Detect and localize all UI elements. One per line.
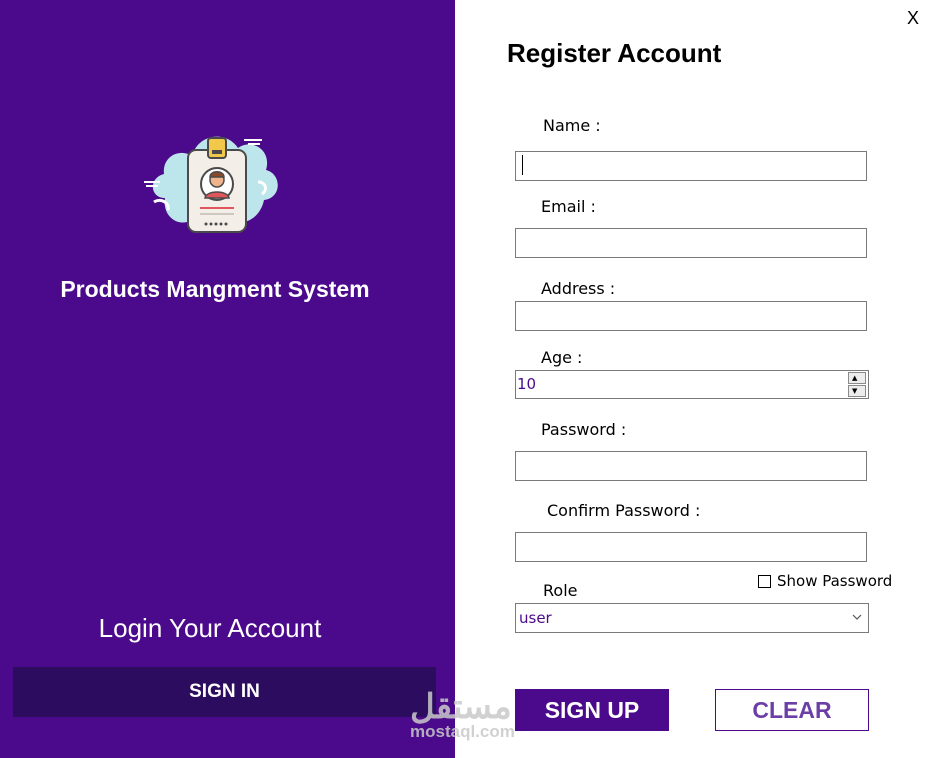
- show-password-label: Show Password: [777, 572, 893, 590]
- close-button[interactable]: X: [903, 8, 923, 32]
- stepper-down-button[interactable]: ▼: [848, 385, 866, 397]
- name-field[interactable]: [515, 151, 867, 181]
- email-label: Email :: [541, 197, 596, 216]
- watermark-latin: mostaql.com: [410, 722, 515, 741]
- text-caret: [522, 155, 523, 175]
- age-stepper[interactable]: [515, 370, 869, 399]
- role-select[interactable]: user: [515, 603, 869, 633]
- login-title: Login Your Account: [98, 613, 322, 643]
- page-title: Register Account: [507, 38, 722, 68]
- watermark: مستقل mostaql.com: [410, 690, 515, 742]
- name-label: Name :: [543, 116, 601, 135]
- watermark-arabic: مستقل: [410, 688, 512, 726]
- role-value: user: [519, 609, 552, 627]
- clear-button[interactable]: CLEAR: [715, 689, 869, 731]
- show-password-checkbox[interactable]: [758, 574, 771, 588]
- role-label: Role: [543, 581, 578, 600]
- stepper-up-button[interactable]: ▲: [848, 372, 866, 384]
- password-field[interactable]: [515, 451, 867, 481]
- chevron-down-icon: [852, 614, 862, 620]
- sign-up-button[interactable]: SIGN UP: [515, 689, 669, 731]
- chevron-up-icon: ▲: [852, 374, 858, 382]
- email-field[interactable]: [515, 228, 867, 258]
- confirm-password-label: Confirm Password :: [547, 501, 701, 520]
- show-password-toggle[interactable]: Show Password: [758, 572, 892, 590]
- age-label: Age :: [541, 348, 583, 367]
- chevron-down-icon: ▼: [852, 387, 858, 395]
- left-panel: Products Mangment System Login Your Acco…: [0, 0, 455, 758]
- password-label: Password :: [541, 420, 627, 439]
- address-label: Address :: [541, 279, 616, 298]
- confirm-password-field[interactable]: [515, 532, 867, 562]
- id-badge-icon: [144, 136, 278, 233]
- address-field[interactable]: [515, 301, 867, 331]
- sign-in-button[interactable]: SIGN IN: [13, 667, 436, 717]
- age-value: 10: [517, 375, 537, 393]
- system-title: Products Mangment System: [60, 276, 370, 302]
- age-stepper-buttons: ▲ ▼: [848, 372, 866, 397]
